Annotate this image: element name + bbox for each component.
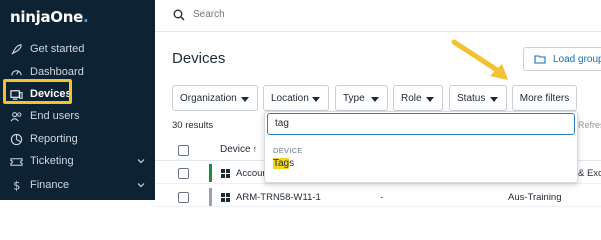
match-highlight: Tag (273, 158, 290, 169)
sidebar-item-label: Get started (30, 43, 85, 55)
row-cell: & Exc (578, 168, 601, 179)
top-search-bar (155, 0, 601, 32)
folder-icon (534, 55, 546, 64)
filter-label: Location (271, 92, 309, 104)
sidebar-item-finance[interactable]: $ Finance (0, 174, 155, 196)
logo-dot: . (82, 8, 89, 26)
select-all-checkbox[interactable] (178, 145, 189, 156)
row-cell: Aus-Training (508, 192, 562, 203)
users-icon (9, 109, 23, 123)
windows-icon (221, 169, 230, 178)
row-cell: - (380, 192, 384, 203)
option-rest: s (289, 158, 295, 169)
sidebar-item-label: Dashboard (30, 66, 84, 78)
caret-down-icon (490, 97, 498, 102)
page-title: Devices (172, 50, 226, 67)
column-header-device[interactable]: Device ↑ (220, 144, 257, 155)
sort-ascending-icon: ↑ (252, 144, 258, 154)
more-filters-button[interactable]: More filters (512, 85, 577, 111)
sidebar-item-ticketing[interactable]: Ticketing (0, 150, 155, 172)
sidebar-item-label: End users (30, 110, 80, 122)
dropdown-section-header: DEVICE (273, 146, 303, 155)
logo-text-main: ninja (10, 8, 51, 26)
filter-type[interactable]: Type (335, 85, 388, 111)
caret-down-icon (312, 97, 320, 102)
ticket-icon (9, 154, 23, 168)
sidebar-item-end-users[interactable]: End users (0, 105, 155, 127)
sidebar-item-label: Finance (30, 179, 70, 191)
speedometer-icon (9, 65, 23, 79)
filter-search-value: tag (275, 118, 289, 129)
status-indicator (209, 188, 212, 206)
sidebar-item-label: Ticketing (30, 155, 74, 167)
windows-icon (221, 193, 230, 202)
column-header-label: Device (220, 144, 251, 155)
arrow-annotation-icon (451, 39, 508, 80)
row-checkbox[interactable] (178, 192, 189, 203)
ninjaone-logo[interactable]: ninjaOne. (10, 8, 89, 26)
logo-text-brand: One (50, 8, 83, 26)
caret-down-icon (241, 97, 249, 102)
sidebar-item-label: Reporting (30, 133, 78, 145)
dollar-icon: $ (9, 178, 23, 192)
load-group-label: Load group (553, 53, 601, 65)
global-search-input[interactable] (193, 9, 393, 20)
search-icon (173, 9, 185, 21)
results-count: 30 results (172, 120, 214, 131)
caret-down-icon (371, 97, 379, 102)
sidebar-item-get-started[interactable]: Get started (0, 38, 155, 60)
highlight-box-annotation (3, 79, 72, 104)
chart-icon (9, 132, 23, 146)
filter-organization[interactable]: Organization (172, 85, 258, 111)
device-name[interactable]: ARM-TRN58-W11-1 (236, 192, 321, 203)
status-indicator (209, 164, 212, 182)
rocket-icon (9, 42, 23, 56)
chevron-down-icon[interactable] (136, 156, 146, 166)
sidebar-item-reporting[interactable]: Reporting (0, 128, 155, 150)
device-name[interactable]: Accoun (236, 168, 268, 179)
svg-text:$: $ (13, 179, 20, 191)
caret-down-icon (426, 97, 434, 102)
filter-label: Organization (180, 92, 237, 104)
filter-label: Status (457, 92, 486, 104)
filter-location[interactable]: Location (263, 85, 329, 111)
dropdown-option-tags[interactable]: Tags (273, 158, 294, 169)
chevron-down-icon[interactable] (136, 180, 146, 190)
filter-label: Role (401, 92, 422, 104)
refresh-link[interactable]: Refresh (578, 120, 601, 130)
load-group-button[interactable]: Load group (523, 47, 601, 71)
filter-label: Type (343, 92, 365, 104)
filter-status[interactable]: Status (449, 85, 507, 111)
filter-role[interactable]: Role (393, 85, 443, 111)
filter-search-input[interactable] (267, 113, 575, 135)
row-checkbox[interactable] (178, 168, 189, 179)
